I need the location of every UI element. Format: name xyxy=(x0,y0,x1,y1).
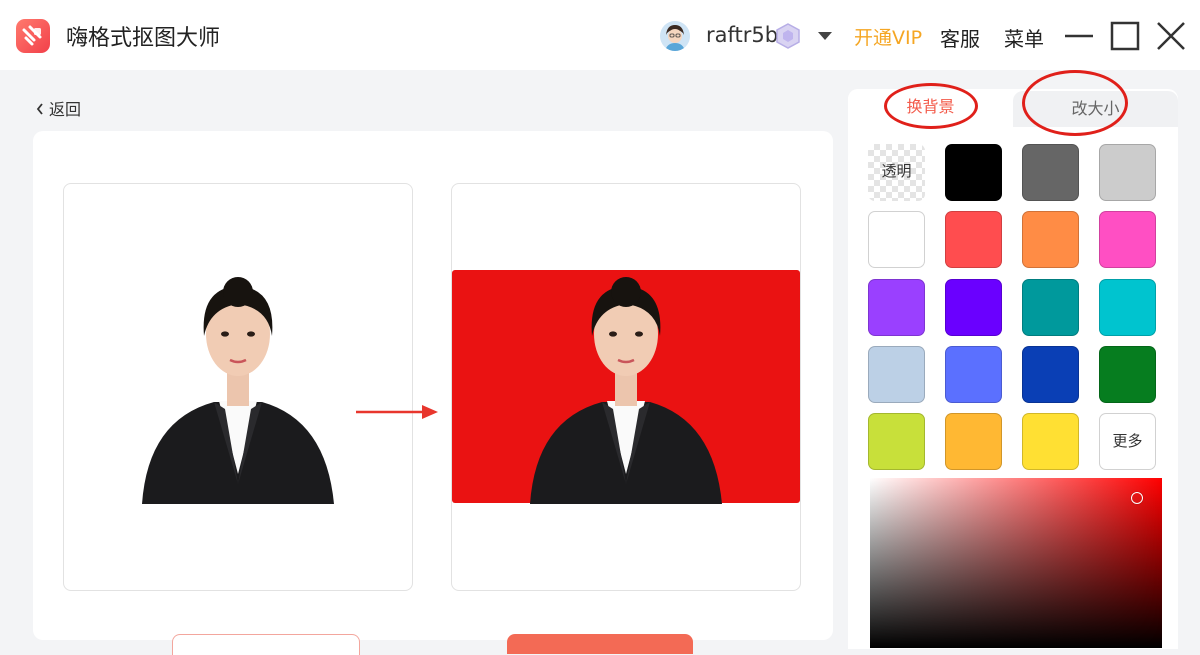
annotation-circle-change-background xyxy=(884,83,978,129)
customer-service-link[interactable]: 客服 xyxy=(940,23,980,52)
menu-link[interactable]: 菜单 xyxy=(1004,23,1044,52)
primary-action-button[interactable] xyxy=(507,634,693,654)
chevron-down-icon[interactable] xyxy=(815,28,835,44)
app-logo-icon xyxy=(16,19,50,53)
transparent-swatch[interactable]: 透明 xyxy=(868,144,925,201)
username[interactable]: raftr5b xyxy=(706,23,778,47)
color-swatch[interactable] xyxy=(1099,279,1156,336)
annotation-circle-resize xyxy=(1022,70,1128,136)
maximize-icon[interactable] xyxy=(1107,18,1143,54)
app-title: 嗨格式抠图大师 xyxy=(66,26,221,51)
arrow-right-icon xyxy=(354,402,440,422)
color-swatch[interactable] xyxy=(868,279,925,336)
chevron-left-icon xyxy=(36,103,43,115)
color-swatch[interactable] xyxy=(1022,346,1079,403)
color-swatch[interactable] xyxy=(1022,279,1079,336)
color-swatch[interactable] xyxy=(945,211,1002,268)
color-swatch[interactable] xyxy=(868,211,925,268)
back-button[interactable]: 返回 xyxy=(35,96,81,120)
portrait-result xyxy=(530,277,722,504)
color-swatch[interactable] xyxy=(945,346,1002,403)
color-swatch[interactable] xyxy=(1099,211,1156,268)
back-label: 返回 xyxy=(49,100,82,119)
color-picker[interactable] xyxy=(870,478,1162,648)
color-swatch[interactable] xyxy=(1099,144,1156,201)
color-swatch[interactable] xyxy=(945,144,1002,201)
result-image[interactable] xyxy=(451,183,801,591)
color-picker-handle[interactable] xyxy=(1131,492,1143,504)
color-swatch[interactable] xyxy=(1022,413,1079,470)
color-swatch[interactable] xyxy=(1099,346,1156,403)
swatch-label: 透明 xyxy=(881,162,912,180)
original-image[interactable] xyxy=(63,183,413,591)
color-swatch[interactable] xyxy=(945,279,1002,336)
open-vip-link[interactable]: 开通VIP xyxy=(854,23,922,50)
color-swatch[interactable] xyxy=(868,413,925,470)
color-swatch[interactable] xyxy=(1022,211,1079,268)
close-icon[interactable] xyxy=(1153,18,1189,54)
color-swatch[interactable] xyxy=(945,413,1002,470)
secondary-action-button[interactable] xyxy=(172,634,360,655)
swatch-label: 更多 xyxy=(1112,432,1143,450)
user-avatar[interactable] xyxy=(660,21,690,51)
more-colors-button[interactable]: 更多 xyxy=(1099,413,1156,470)
color-swatch[interactable] xyxy=(1022,144,1079,201)
color-swatch[interactable] xyxy=(868,346,925,403)
minimize-icon[interactable] xyxy=(1061,18,1097,54)
portrait-original xyxy=(142,277,334,504)
vip-gem-icon xyxy=(774,22,802,50)
